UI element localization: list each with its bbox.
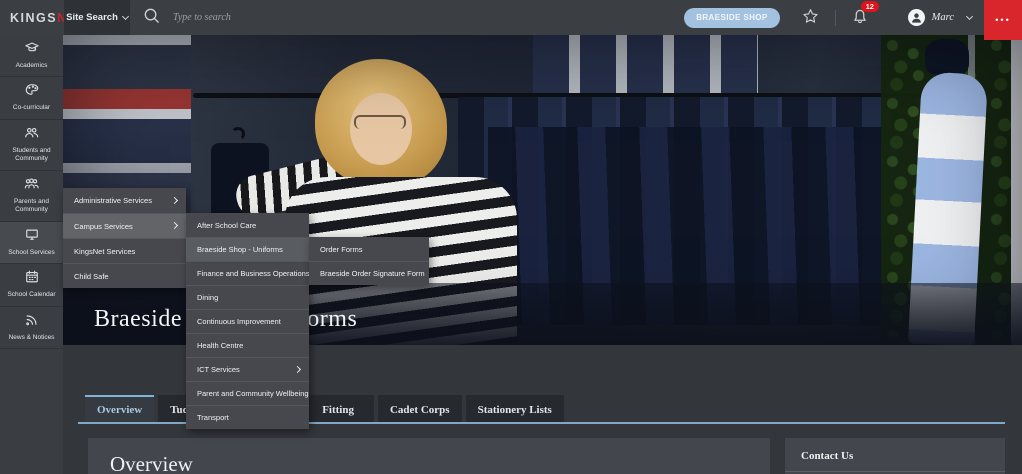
logo-kings: KINGS	[10, 10, 58, 25]
user-name: Marc	[931, 12, 954, 23]
chevron-right-icon	[170, 221, 179, 230]
menu-item-label: Health Centre	[197, 341, 244, 350]
sidebar-item-label: School Services	[8, 248, 55, 256]
people-group-icon	[24, 177, 39, 195]
school-services-menu: Administrative Services Campus Services …	[63, 188, 186, 288]
star-icon	[802, 8, 819, 28]
site-search-label: Site Search	[66, 12, 118, 23]
chevron-right-icon	[170, 196, 179, 204]
menu-item-label: After School Care	[197, 220, 257, 230]
sidebar-item-news-and-notices[interactable]: News & Notices	[0, 307, 63, 349]
tab-overview[interactable]: Overview	[85, 395, 155, 422]
search-box	[142, 6, 408, 30]
sidebar-item-co-curricular[interactable]: Co-curricular	[0, 77, 63, 120]
tab-stationery-lists[interactable]: Stationery Lists	[465, 395, 564, 422]
braeside-shop-button[interactable]: BRAESIDE SHOP	[684, 7, 780, 28]
user-menu[interactable]: Marc	[907, 9, 974, 26]
tab-fitting[interactable]: Fitting	[302, 395, 374, 422]
people-group-icon	[24, 126, 39, 144]
sidebar-item-label: Parents and Community	[13, 197, 50, 214]
kingsnet-logo: KINGSNET	[10, 10, 85, 25]
menu-item-label: Dining	[197, 293, 219, 302]
top-bar-right: BRAESIDE SHOP 12 Marc	[684, 0, 974, 28]
menu-item-parent-and-community-wellbeing[interactable]: Parent and Community Wellbeing	[186, 381, 309, 405]
menu-item-label: Transport	[197, 413, 229, 422]
contact-card: Contact Us	[785, 438, 1005, 474]
menu-item-continuous-improvement[interactable]: Continuous Improvement	[186, 309, 309, 333]
sidebar-item-academics[interactable]: Academics	[0, 35, 63, 78]
menu-item-ict-services[interactable]: ICT Services	[186, 357, 309, 381]
menu-item-braeside-order-signature-form[interactable]: Braeside Order Signature Form	[309, 261, 429, 285]
sidebar-item-school-calendar[interactable]: School Calendar	[0, 264, 63, 307]
search-icon	[142, 6, 161, 30]
site-search-dropdown[interactable]: Site Search	[64, 0, 130, 35]
menu-item-label: Administrative Services	[74, 196, 152, 205]
menu-item-child-safe[interactable]: Child Safe	[63, 263, 186, 288]
monitor-icon	[25, 228, 39, 246]
menu-item-braeside-shop-uniforms[interactable]: Braeside Shop - Uniforms	[186, 237, 309, 261]
menu-item-label: Child Safe	[74, 271, 109, 281]
overview-heading: Overview	[110, 452, 193, 474]
tab-bar: Overview Tudor House Fitting Cadet Corps…	[85, 395, 568, 422]
chevron-right-icon	[293, 365, 302, 373]
divider	[834, 9, 836, 26]
menu-item-label: Finance and Business Operations	[197, 269, 309, 278]
braeside-shop-submenu: Order Forms Braeside Order Signature For…	[309, 237, 429, 285]
top-bar: KINGSNET Site Search BRAESIDE SHOP	[0, 0, 1022, 35]
sidebar-item-parents-and-community[interactable]: Parents and Community	[0, 171, 63, 222]
menu-item-finance-and-business-operations[interactable]: Finance and Business Operations	[186, 261, 309, 285]
sidebar-item-label: Co-curricular	[12, 104, 51, 112]
campus-services-submenu: After School Care Braeside Shop - Unifor…	[186, 213, 309, 429]
sidebar-item-students-and-community[interactable]: Students and Community	[0, 120, 63, 171]
calendar-icon	[25, 270, 39, 288]
chevron-down-icon	[121, 12, 129, 20]
menu-item-label: KingsNet Services	[74, 246, 136, 256]
search-input[interactable]	[173, 12, 383, 23]
sidebar-item-label: News & Notices	[8, 333, 55, 341]
menu-item-label: Braeside Shop - Uniforms	[197, 245, 283, 254]
left-nav-sidebar: Academics Co-curricular Students and Com…	[0, 35, 63, 474]
menu-item-administrative-services[interactable]: Administrative Services	[63, 188, 186, 213]
overflow-menu-button[interactable]: •••	[984, 0, 1022, 40]
menu-item-label: ICT Services	[197, 365, 240, 374]
menu-item-label: Parent and Community Wellbeing	[197, 389, 309, 398]
menu-item-campus-services[interactable]: Campus Services	[63, 213, 186, 238]
overview-card: Overview	[88, 438, 770, 474]
notifications-button[interactable]: 12	[852, 0, 879, 28]
menu-item-label: Continuous Improvement	[197, 317, 281, 326]
menu-item-order-forms[interactable]: Order Forms	[309, 237, 429, 261]
menu-item-transport[interactable]: Transport	[186, 405, 309, 429]
sidebar-item-label: Students and Community	[12, 146, 51, 163]
menu-item-after-school-care[interactable]: After School Care	[186, 213, 309, 237]
rss-icon	[25, 313, 39, 331]
menu-item-label: Order Forms	[320, 244, 363, 254]
tab-cadet-corps[interactable]: Cadet Corps	[377, 395, 462, 422]
sidebar-item-label: School Calendar	[7, 291, 56, 299]
menu-item-label: Braeside Order Signature Form	[320, 269, 425, 278]
menu-item-health-centre[interactable]: Health Centre	[186, 333, 309, 357]
sidebar-item-school-services[interactable]: School Services	[0, 221, 63, 265]
graduation-cap-icon	[24, 41, 39, 59]
sidebar-item-label: Academics	[15, 62, 48, 69]
chevron-down-icon	[965, 12, 974, 20]
favorites-button[interactable]	[802, 8, 819, 28]
notification-badge: 12	[860, 0, 879, 12]
kingsnet-portal: Braeside Shop - Uniforms Overview Tudor …	[0, 0, 1022, 474]
menu-item-label: Campus Services	[74, 221, 133, 231]
avatar	[907, 9, 925, 26]
menu-item-kingsnet-services[interactable]: KingsNet Services	[63, 238, 186, 263]
menu-item-dining[interactable]: Dining	[186, 285, 309, 309]
contact-heading: Contact Us	[785, 438, 1005, 472]
palette-icon	[25, 83, 39, 101]
